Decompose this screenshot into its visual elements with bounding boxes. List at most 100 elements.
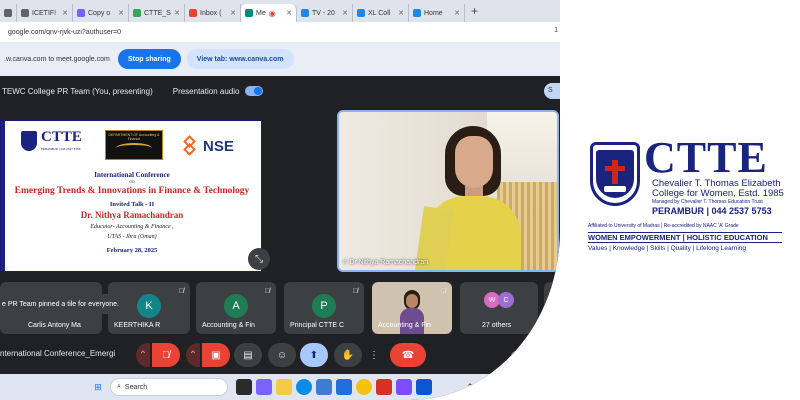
- browser-tab[interactable]: Inbox ( ✕: [185, 4, 241, 22]
- speaker-video-tile[interactable]: ıl Dr.Nithya Ramachandran: [337, 110, 559, 272]
- slide-speaker-role: Educator- Accounting & Finance ,: [90, 224, 174, 230]
- others-tile[interactable]: W C 27 others: [460, 282, 538, 334]
- slide-speaker-name: Dr. Nithya Ramachandran: [80, 210, 184, 220]
- browser-tab-strip: ICETIF! ✕ Copy o ✕ CTTE_S ✕ Inbox (✕ Me ◉ ✕ T…: [0, 0, 560, 22]
- more-options-button[interactable]: ⋮: [366, 343, 382, 367]
- wings-icon: [116, 143, 152, 153]
- recording-dot-icon: ◉: [268, 8, 276, 18]
- tab-label: CTTE_S: [144, 9, 171, 17]
- tab-label: TV - 20: [312, 9, 335, 17]
- copilot-icon[interactable]: [256, 379, 272, 395]
- browser-tab[interactable]: CTTE_S ✕: [129, 4, 185, 22]
- store-icon[interactable]: [316, 379, 332, 395]
- participant-tile[interactable]: A 🎙̸ Accounting & Fin: [196, 282, 276, 334]
- app-icon[interactable]: [376, 379, 392, 395]
- address-bar[interactable]: google.com/qnv-rjvk-uzi?authuser=0 1: [0, 22, 560, 42]
- close-icon[interactable]: ✕: [286, 9, 292, 17]
- volume-icon[interactable]: ◖: [498, 379, 514, 395]
- tab-favicon-icon: [413, 9, 421, 17]
- participant-name: Accounting & Fin: [202, 322, 255, 329]
- college-acronym: CTTE: [644, 133, 768, 182]
- tab-favicon-icon: [301, 9, 309, 17]
- task-view-icon[interactable]: [236, 379, 252, 395]
- slide-on: on: [129, 179, 135, 185]
- windows-taskbar: ⊞ ⌕ Search ⌃ ◠ ◖: [0, 374, 560, 400]
- browser-tab-active[interactable]: Me ◉ ✕: [241, 4, 297, 22]
- mic-options-button[interactable]: ⌃: [136, 343, 150, 367]
- people-button[interactable]: 👥 34: [532, 339, 556, 367]
- slide-talk-label: Invited Talk - II: [109, 201, 155, 208]
- emoji-icon: ☺: [276, 349, 288, 361]
- other-avatar: C: [498, 292, 514, 308]
- app-icon[interactable]: [336, 379, 352, 395]
- chrome-icon[interactable]: [356, 379, 372, 395]
- pinned-notification: e PR Team pinned a tile for everyone.: [0, 294, 128, 314]
- close-icon[interactable]: ✕: [342, 9, 348, 17]
- browser-tab[interactable]: Copy o ✕: [73, 4, 129, 22]
- college-values: Values | Knowledge | Skills | Quality | …: [588, 245, 747, 252]
- others-count: 27 others: [482, 322, 512, 329]
- presentation-audio-toggle[interactable]: [245, 86, 264, 96]
- close-icon[interactable]: ✕: [230, 9, 236, 17]
- browser-tab[interactable]: TV - 20 ✕: [297, 4, 353, 22]
- end-call-button[interactable]: ☎: [390, 343, 426, 367]
- camera-off-button[interactable]: ▣: [202, 343, 230, 367]
- captions-button[interactable]: ▤: [234, 343, 262, 367]
- mic-off-icon: 🎙̸: [178, 288, 184, 295]
- stop-sharing-button[interactable]: Stop sharing: [118, 49, 181, 69]
- present-icon: ⬆: [309, 349, 319, 361]
- captions-icon: ▤: [243, 349, 253, 361]
- participant-name: Principal CTTE C: [290, 322, 345, 329]
- share-message: .w.canva.com to meet.google.com: [4, 55, 110, 63]
- department-logo-text: DEPARTMENT OF Accounting & Finance: [108, 133, 160, 141]
- participant-name: Accounting & Fin: [378, 322, 431, 329]
- participant-tile[interactable]: P 🎙̸ Principal CTTE C: [284, 282, 364, 334]
- participant-tile[interactable]: C: [544, 282, 560, 334]
- file-explorer-icon[interactable]: [276, 379, 292, 395]
- mic-off-icon: 🎙̸: [264, 288, 270, 295]
- close-icon[interactable]: ✕: [174, 9, 180, 17]
- new-tab-button[interactable]: +: [471, 4, 478, 18]
- tray-chevron-icon[interactable]: ⌃: [462, 379, 478, 395]
- url-text: google.com/qnv-rjvk-uzi?authuser=0: [8, 28, 122, 36]
- browser-tab[interactable]: [0, 4, 17, 22]
- close-icon[interactable]: ✕: [454, 9, 460, 17]
- raise-hand-button[interactable]: ✋: [334, 343, 362, 367]
- browser-tab[interactable]: XL Coll ✕: [353, 4, 409, 22]
- college-trust: Managed by Chevalier T. Thomas Education…: [652, 199, 763, 205]
- expand-icon[interactable]: ⤡: [248, 248, 270, 270]
- reactions-button[interactable]: ☺: [268, 343, 296, 367]
- taskbar-search[interactable]: ⌕ Search: [110, 378, 228, 396]
- speaker-name: Dr.Nithya Ramachandran: [349, 259, 429, 266]
- top-right-button[interactable]: S: [544, 83, 560, 99]
- mic-off-button[interactable]: 🎙̸: [152, 343, 180, 367]
- tab-favicon-icon: [189, 9, 197, 17]
- edge-icon[interactable]: [296, 379, 312, 395]
- wifi-icon[interactable]: ◠: [480, 379, 496, 395]
- view-tab-button[interactable]: View tab: www.canva.com: [186, 49, 294, 69]
- participant-name: Carlis Antony Ma: [28, 322, 81, 329]
- meet-presenting-bar: TEWC College PR Team (You, presenting) P…: [0, 76, 560, 106]
- people-count-badge: 34: [549, 339, 556, 345]
- slide-ctte-logo: CTTE PERAMBUR | 044 2537 5753: [19, 129, 91, 165]
- participant-tile[interactable]: 🎙̸ Accounting & Fin: [372, 282, 452, 334]
- camera-options-button[interactable]: ⌃: [186, 343, 200, 367]
- hand-icon: ✋: [341, 349, 355, 361]
- tab-label: Inbox (: [200, 9, 222, 17]
- browser-tab[interactable]: Home ✕: [409, 4, 465, 22]
- participant-name: KEERTHIKA R: [114, 322, 161, 329]
- meeting-info-button[interactable]: ⓘ: [506, 343, 526, 367]
- college-motto-band: WOMEN EMPOWERMENT | HOLISTIC EDUCATION: [588, 232, 782, 243]
- app-icon[interactable]: [396, 379, 412, 395]
- tab-label: XL Coll: [368, 9, 391, 17]
- tab-label: Home: [424, 9, 443, 17]
- close-icon[interactable]: ✕: [62, 9, 68, 17]
- close-icon[interactable]: ✕: [398, 9, 404, 17]
- app-icon[interactable]: [416, 379, 432, 395]
- browser-tab[interactable]: ICETIF! ✕: [17, 4, 73, 22]
- close-icon[interactable]: ✕: [118, 9, 124, 17]
- windows-start-icon[interactable]: ⊞: [90, 379, 106, 395]
- participant-video-face: [406, 294, 418, 308]
- tab-favicon-icon: [21, 9, 29, 17]
- present-button[interactable]: ⬆: [300, 343, 328, 367]
